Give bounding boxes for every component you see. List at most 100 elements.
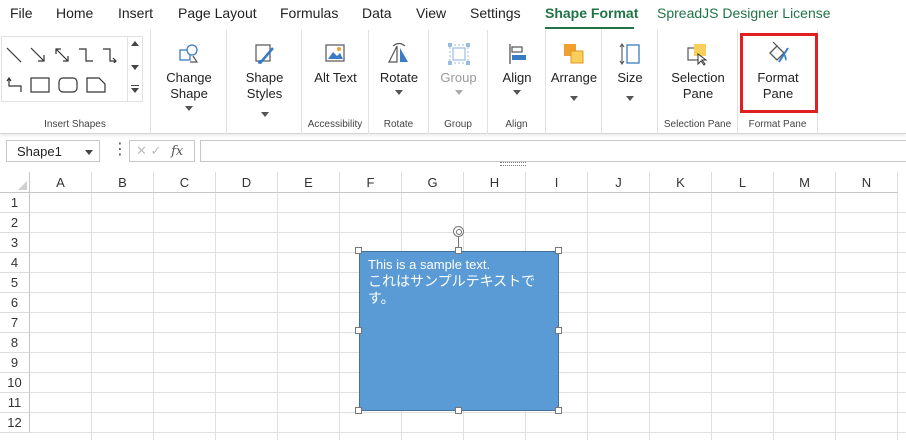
column-header[interactable]: H (464, 172, 526, 193)
select-all-corner[interactable] (0, 172, 30, 193)
double-arrow-shape-icon[interactable] (54, 47, 70, 63)
menu-spreadjs-designer-license[interactable]: SpreadJS Designer License (657, 5, 831, 21)
menu-shape-format[interactable]: Shape Format (545, 5, 638, 21)
menu-formulas[interactable]: Formulas (280, 5, 338, 21)
rounded-rectangle-shape-icon[interactable] (58, 77, 78, 93)
more-options-icon[interactable]: ⋮ (112, 142, 128, 158)
row-header[interactable]: 1 (0, 193, 30, 213)
resize-handle-bottom-left[interactable] (355, 407, 362, 414)
column-header[interactable]: M (774, 172, 836, 193)
insert-function-icon[interactable]: fx (171, 144, 183, 159)
shape-styles-button[interactable]: Shape Styles (227, 42, 302, 117)
shapes-gallery[interactable] (1, 36, 143, 102)
rotate-button[interactable]: Rotate (369, 42, 429, 95)
column-header[interactable]: F (340, 172, 402, 193)
gallery-down-icon[interactable] (131, 65, 139, 70)
row-header[interactable]: 2 (0, 213, 30, 233)
row-header[interactable]: 4 (0, 253, 30, 273)
menu-view[interactable]: View (416, 5, 446, 21)
rectangle-shape-icon[interactable] (30, 77, 50, 93)
shape-text-line2: これはサンプルテキストです。 (368, 273, 536, 306)
change-shape-line2: Shape (170, 86, 208, 101)
chevron-down-icon[interactable] (85, 150, 93, 155)
align-button[interactable]: Align (488, 42, 546, 95)
group-button[interactable]: Group (429, 42, 488, 95)
size-button[interactable]: Size (602, 42, 658, 101)
shape-styles-line2: Styles (246, 86, 283, 101)
alt-text-button[interactable]: Alt Text (302, 42, 369, 86)
insert-shapes-group: Insert Shapes (0, 30, 151, 134)
resize-handle-bottom[interactable] (455, 407, 462, 414)
resize-handle-top-left[interactable] (355, 247, 362, 254)
gallery-up-icon[interactable] (131, 41, 139, 46)
menu-home[interactable]: Home (56, 5, 93, 21)
format-pane-group-label: Format Pane (748, 119, 807, 130)
resize-handle-top[interactable] (455, 247, 462, 254)
size-icon (619, 43, 640, 65)
column-header[interactable]: K (650, 172, 712, 193)
group-group-label: Group (444, 119, 472, 130)
snip-rectangle-shape-icon[interactable] (86, 77, 106, 93)
resize-handle-right[interactable] (555, 327, 562, 334)
chevron-down-icon (513, 90, 521, 95)
gallery-more-icon[interactable] (131, 85, 139, 86)
menu-page-layout[interactable]: Page Layout (178, 5, 257, 21)
align-label: Align (502, 70, 532, 85)
rotation-handle[interactable] (453, 226, 464, 237)
column-header[interactable]: E (278, 172, 340, 193)
formula-input[interactable] (200, 140, 906, 162)
row-header[interactable]: 7 (0, 313, 30, 333)
shape-text-line1: This is a sample text. (368, 257, 491, 272)
resize-handle-bottom-right[interactable] (555, 407, 562, 414)
selection-pane-group-label: Selection Pane (663, 119, 732, 130)
cancel-icon[interactable]: ✕ (136, 143, 147, 158)
resize-handle-left[interactable] (355, 327, 362, 334)
row-header[interactable]: 9 (0, 353, 30, 373)
row-header[interactable]: 3 (0, 233, 30, 253)
arrow-line-shape-icon[interactable] (30, 47, 46, 63)
selection-pane-group: Selection Pane Selection Pane (658, 30, 738, 134)
alt-text-label: Alt Text (314, 70, 357, 85)
row-header[interactable]: 10 (0, 373, 30, 393)
column-header[interactable]: J (588, 172, 650, 193)
row-header[interactable]: 5 (0, 273, 30, 293)
menu-bar: File Home Insert Page Layout Formulas Da… (0, 0, 906, 30)
row-header[interactable]: 8 (0, 333, 30, 353)
row-header[interactable]: 11 (0, 393, 30, 413)
size-group: Size (602, 30, 658, 134)
column-header[interactable]: N (836, 172, 898, 193)
elbow-double-arrow-shape-icon[interactable] (6, 77, 24, 93)
resize-handle-top-right[interactable] (555, 247, 562, 254)
menu-insert[interactable]: Insert (118, 5, 153, 21)
column-header[interactable]: G (402, 172, 464, 193)
selection-pane-icon (687, 44, 708, 66)
chevron-down-icon (454, 90, 463, 95)
rotate-label: Rotate (379, 70, 419, 85)
column-header[interactable]: B (92, 172, 154, 193)
confirm-icon[interactable]: ✓ (151, 143, 162, 158)
arrange-button[interactable]: Arrange (546, 42, 602, 101)
column-header[interactable]: A (30, 172, 92, 193)
column-header[interactable]: I (526, 172, 588, 193)
column-header[interactable]: C (154, 172, 216, 193)
elbow-arrow-shape-icon[interactable] (102, 47, 118, 63)
group-objects-icon (447, 43, 470, 65)
formula-bar-resize-handle[interactable] (500, 162, 526, 166)
name-box[interactable]: Shape1 (6, 140, 100, 162)
menu-file[interactable]: File (10, 5, 33, 21)
selection-pane-line1: Selection (671, 70, 725, 85)
shape1[interactable]: This is a sample text. これはサンプルテキストです。 (359, 251, 559, 411)
gallery-scrollbar[interactable] (127, 37, 142, 101)
column-header[interactable]: D (216, 172, 278, 193)
selection-pane-button[interactable]: Selection Pane (658, 42, 738, 102)
group-group: Group Group (429, 30, 488, 134)
elbow-connector-shape-icon[interactable] (78, 47, 94, 63)
change-shape-button[interactable]: Change Shape (151, 42, 227, 111)
name-box-value: Shape1 (17, 144, 62, 159)
menu-data[interactable]: Data (362, 5, 392, 21)
row-header[interactable]: 6 (0, 293, 30, 313)
line-shape-icon[interactable] (6, 47, 22, 63)
menu-settings[interactable]: Settings (470, 5, 521, 21)
row-header[interactable]: 12 (0, 413, 30, 433)
column-header[interactable]: L (712, 172, 774, 193)
